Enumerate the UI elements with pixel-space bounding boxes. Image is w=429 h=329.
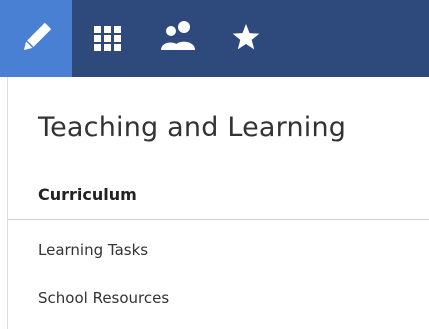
grid-icon: [94, 26, 121, 51]
section-divider: [8, 219, 429, 220]
link-school-resources[interactable]: School Resources: [38, 289, 169, 307]
tab-apps[interactable]: [72, 0, 144, 77]
section-heading: Curriculum: [38, 185, 137, 204]
tab-people[interactable]: [144, 0, 216, 77]
panel-title: Teaching and Learning: [38, 112, 347, 143]
menu-panel: Teaching and Learning Curriculum Learnin…: [7, 77, 429, 329]
tab-favorites[interactable]: [216, 0, 288, 77]
star-icon: [232, 24, 260, 50]
people-icon: [161, 21, 195, 50]
link-learning-tasks[interactable]: Learning Tasks: [38, 241, 148, 259]
tab-edit[interactable]: [0, 0, 72, 77]
pencil-icon: [23, 22, 52, 51]
top-toolbar: [0, 0, 429, 77]
